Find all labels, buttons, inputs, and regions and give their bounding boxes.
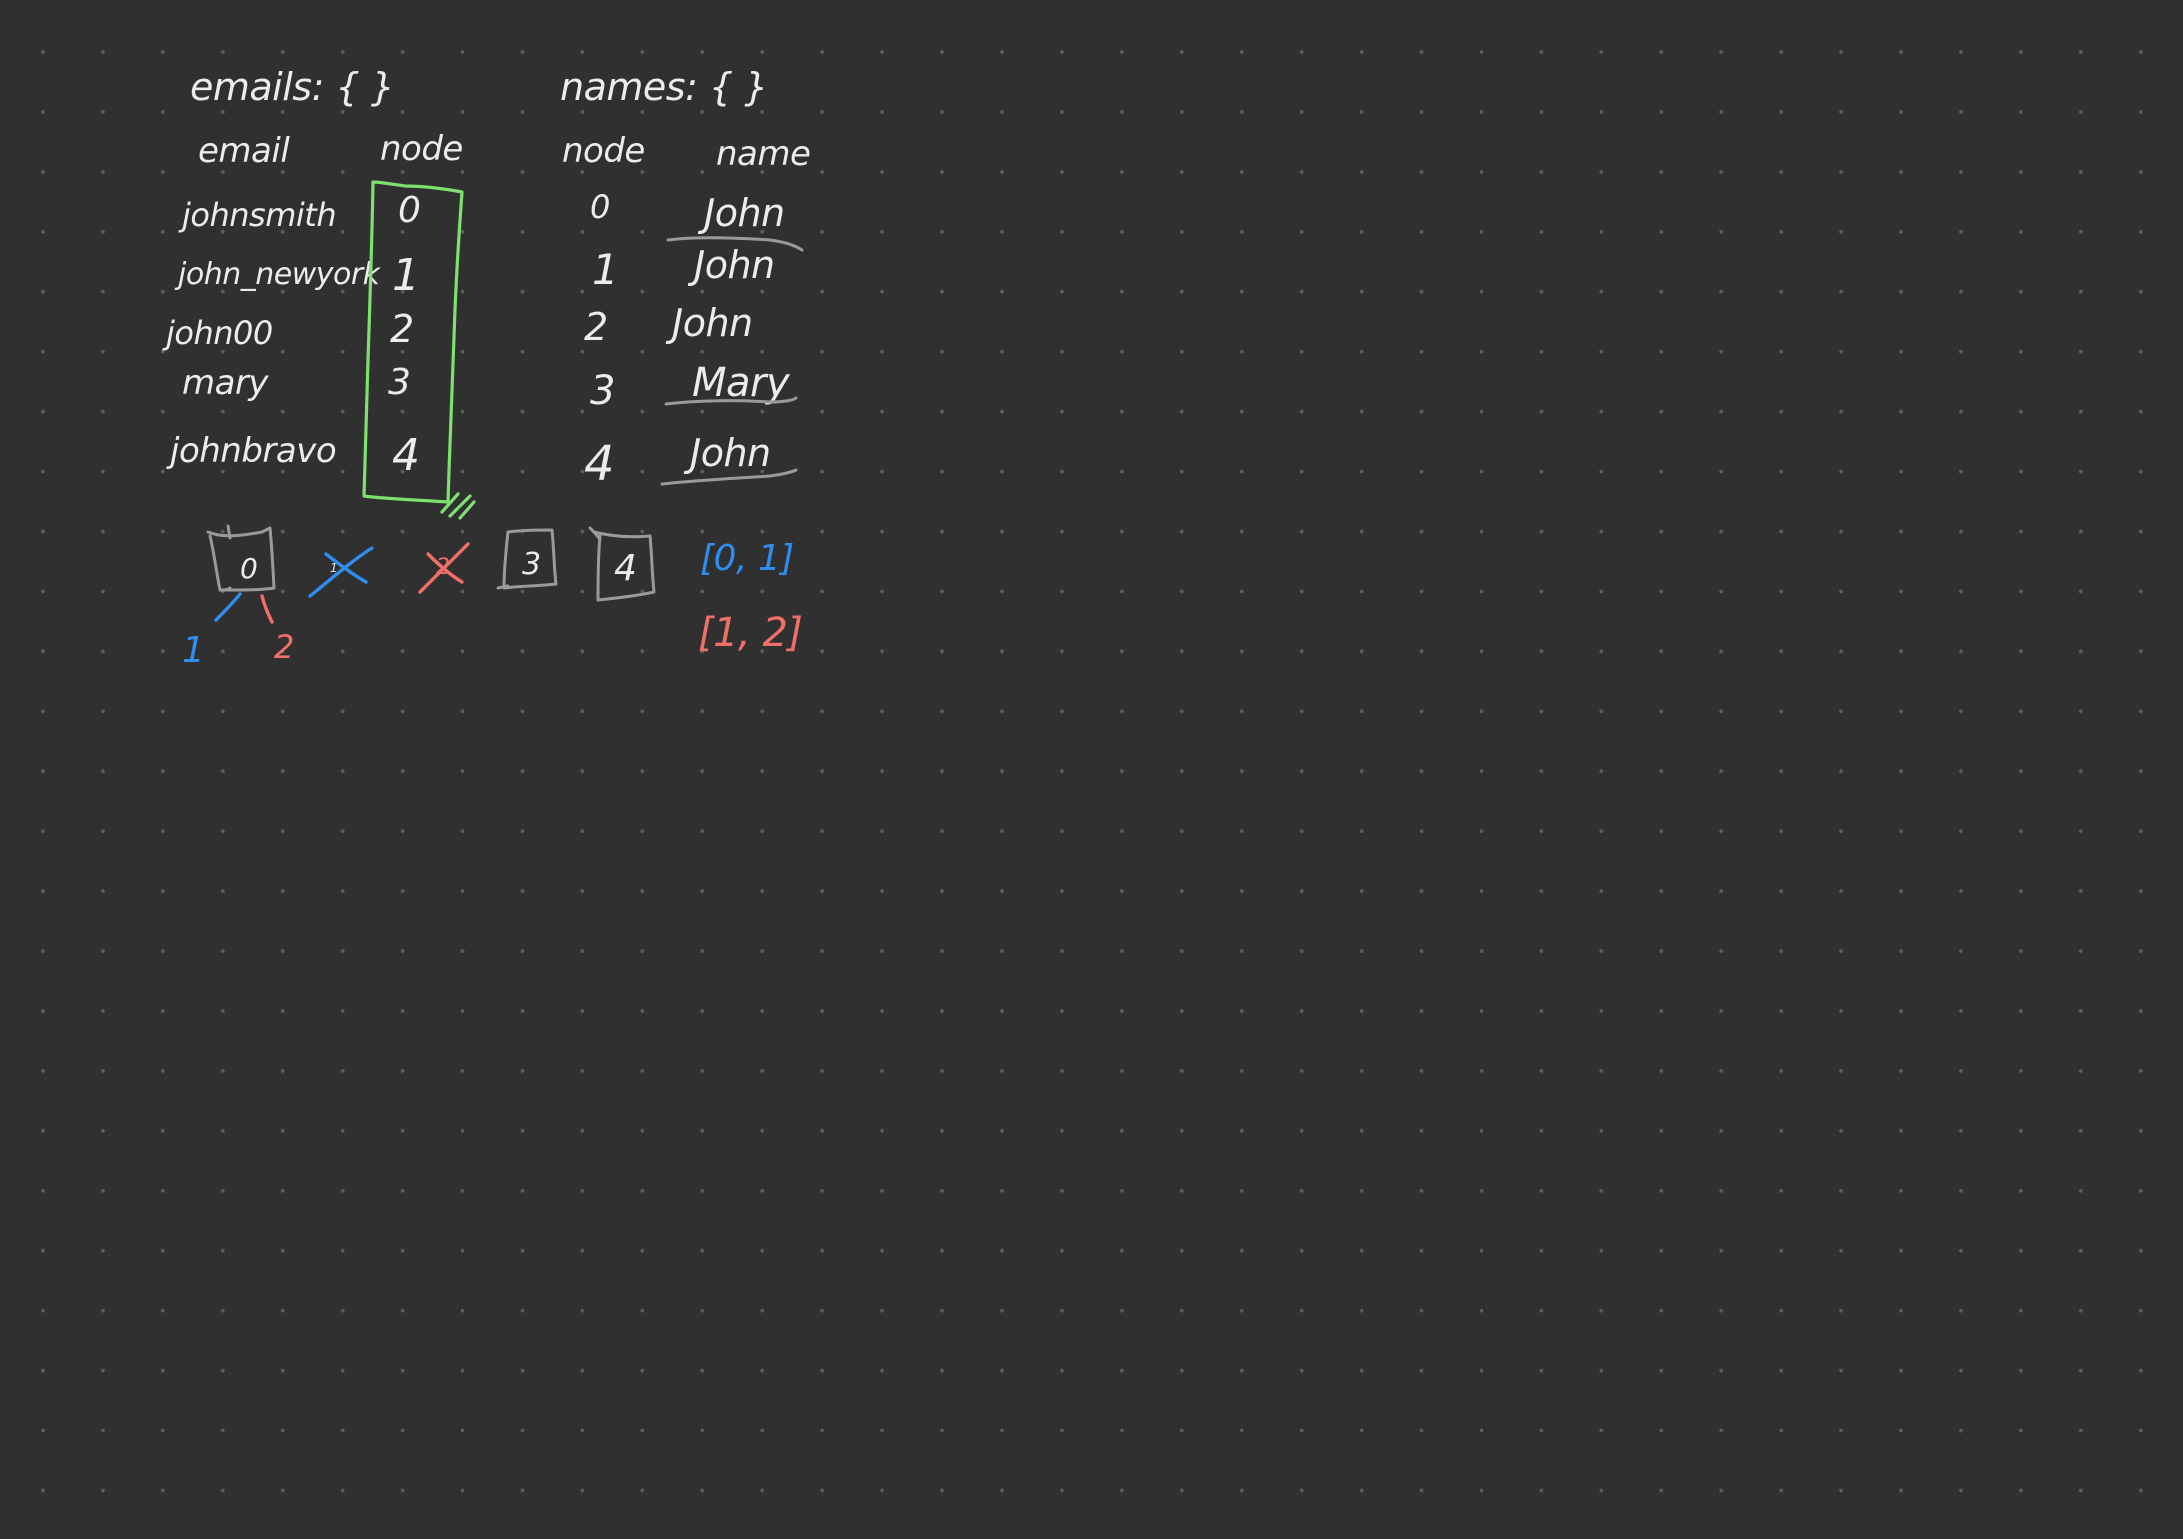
edge-to-child-2 [260, 594, 274, 624]
name-node-cell: 2 [584, 305, 608, 349]
name-cell: John [683, 431, 771, 475]
names-header-node: node [562, 131, 645, 171]
emails-header-email: email [198, 131, 290, 171]
names-header-name: name [716, 134, 810, 174]
whiteboard-canvas[interactable]: emails: { } names: { } email node johnsm… [0, 0, 2183, 1539]
emails-header-node: node [380, 129, 463, 169]
email-node-cell: 4 [392, 430, 420, 481]
name-cell: John [687, 243, 775, 287]
name-cell: Mary [692, 360, 791, 406]
child-1-label: 1 [182, 630, 204, 671]
box-node-4-label: 4 [614, 548, 636, 589]
email-cell: john_newyork [174, 257, 382, 292]
crossed-node-2-label: 2 [436, 555, 450, 580]
email-node-cell: 2 [390, 307, 414, 351]
crossed-node-1-label: 1 [330, 561, 337, 575]
name-cell: John [665, 301, 753, 345]
name-node-cell: 4 [584, 436, 614, 492]
node-box-3-base [496, 584, 510, 590]
blue-group-label: [0, 1] [700, 538, 794, 579]
email-node-cell: 0 [398, 190, 420, 231]
email-cell: john00 [162, 314, 273, 352]
email-node-cell: 1 [392, 250, 420, 301]
drawing-layer[interactable]: emails: { } names: { } email node johnsm… [0, 0, 2183, 1539]
name-node-cell: 3 [590, 368, 615, 414]
tree-root-label: 0 [240, 552, 257, 585]
emails-label: emails: { } [190, 65, 394, 109]
edge-to-child-1 [214, 592, 242, 622]
name-node-cell: 0 [590, 188, 610, 226]
email-cell: mary [182, 363, 269, 403]
names-label: names: { } [560, 65, 768, 109]
email-node-cell: 3 [388, 362, 410, 403]
email-cell: johnsmith [178, 196, 336, 234]
box-node-3-label: 3 [522, 547, 541, 582]
crossed-node-1-mark [308, 546, 374, 598]
red-group-label: [1, 2] [698, 610, 803, 656]
child-2-label: 2 [274, 628, 294, 666]
name-cell: John [697, 191, 785, 235]
email-cell: johnbravo [166, 431, 336, 471]
node-box-0-tick [226, 524, 232, 540]
name-node-cell: 1 [592, 245, 618, 294]
